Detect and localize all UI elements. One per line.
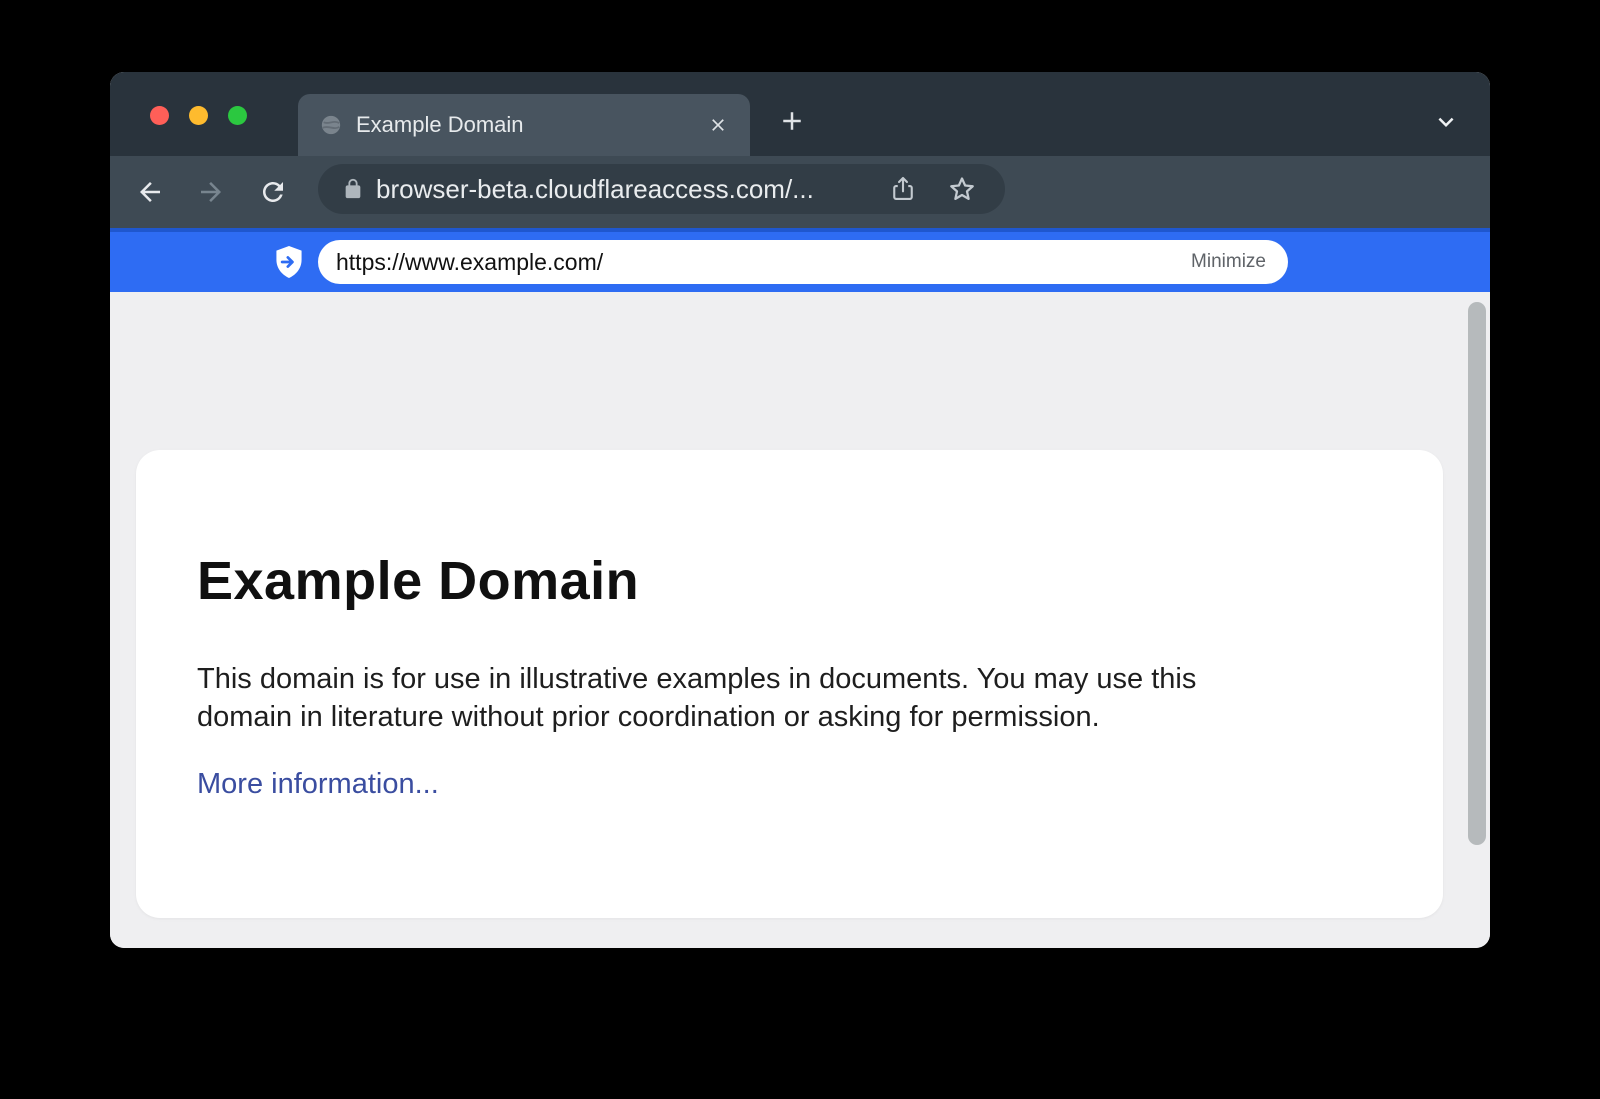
close-window-button[interactable] [150, 106, 169, 125]
back-icon[interactable] [135, 177, 165, 207]
chevron-down-icon[interactable] [1431, 107, 1461, 137]
share-icon[interactable] [889, 174, 917, 204]
close-icon[interactable] [708, 115, 728, 135]
tab-strip: Example Domain [110, 72, 1490, 156]
paragraph-line-2: domain in literature without prior coord… [197, 698, 1383, 736]
remote-url-input[interactable] [336, 249, 1191, 276]
minimize-bar-button[interactable]: Minimize [1191, 251, 1266, 273]
star-icon[interactable] [947, 174, 977, 204]
remote-url-bar[interactable]: Minimize [318, 240, 1288, 284]
zoom-window-button[interactable] [228, 106, 247, 125]
page-paragraph: This domain is for use in illustrative e… [197, 660, 1383, 736]
page-scrollbar[interactable] [1468, 302, 1486, 845]
active-tab[interactable]: Example Domain [298, 94, 750, 156]
globe-favicon-icon [320, 114, 342, 136]
minimize-window-button[interactable] [189, 106, 208, 125]
page-title: Example Domain [197, 550, 1383, 612]
forward-icon[interactable] [196, 177, 226, 207]
tab-title: Example Domain [356, 112, 708, 138]
lock-icon[interactable] [342, 178, 364, 200]
content-card: Example Domain This domain is for use in… [136, 450, 1443, 918]
remote-browser-bar: Minimize [110, 228, 1490, 292]
window-controls [150, 106, 247, 125]
browser-toolbar: browser-beta.cloudflareaccess.com/... C … [110, 156, 1490, 228]
paragraph-line-1: This domain is for use in illustrative e… [197, 660, 1383, 698]
web-page: Example Domain This domain is for use in… [110, 292, 1490, 948]
new-tab-icon[interactable] [777, 106, 807, 136]
shield-access-icon [275, 246, 303, 278]
address-bar-url[interactable]: browser-beta.cloudflareaccess.com/... [376, 174, 889, 205]
reload-icon[interactable] [258, 177, 288, 207]
more-information-link[interactable]: More information... [197, 768, 439, 801]
address-bar[interactable]: browser-beta.cloudflareaccess.com/... [318, 164, 1005, 214]
browser-window: Example Domain browser-beta.cloudflareac [110, 72, 1490, 948]
